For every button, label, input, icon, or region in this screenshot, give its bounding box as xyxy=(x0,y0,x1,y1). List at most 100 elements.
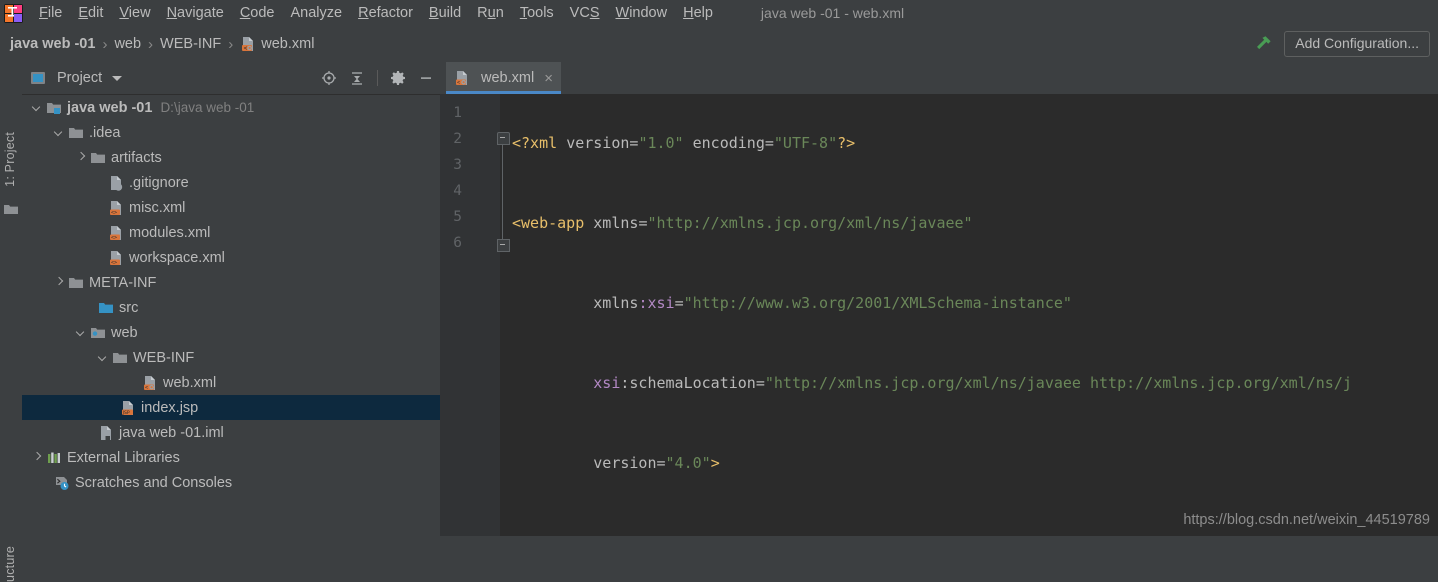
code-line-4: xsi:schemaLocation="http://xmlns.jcp.org… xyxy=(512,370,1438,396)
code-token: "http://xmlns.jcp.org/xml/ns/javaee" xyxy=(647,214,973,232)
tree-row-path: D:\java web -01 xyxy=(160,100,255,115)
menu-item-window[interactable]: Window xyxy=(608,2,676,24)
menu-item-code[interactable]: Code xyxy=(232,2,283,24)
tool-window-button-project[interactable]: 1: Project xyxy=(3,132,17,187)
editor-gutter[interactable]: 1 2 3 4 5 6 xyxy=(440,94,510,536)
menu-item-help[interactable]: Help xyxy=(675,2,721,24)
tree-row-artifacts[interactable]: artifacts xyxy=(22,145,440,170)
menu-item-file[interactable]: File xyxy=(31,2,70,24)
tool-window-button-structure[interactable]: ucture xyxy=(3,546,17,582)
menu-mnemonic: N xyxy=(166,5,178,21)
project-panel-actions xyxy=(321,62,434,94)
folder-icon xyxy=(4,202,18,214)
code-line-1: <?xml version="1.0" encoding="UTF-8"?> xyxy=(512,130,1438,156)
editor-tab-webxml[interactable]: < web.xml × xyxy=(446,62,561,94)
tree-row-web[interactable]: web xyxy=(22,320,440,345)
tree-row-meta-inf[interactable]: META-INF xyxy=(22,270,440,295)
tree-row-index-jsp[interactable]: JSP index.jsp xyxy=(22,395,440,420)
tree-row-web-inf[interactable]: WEB-INF xyxy=(22,345,440,370)
tree-row-modules-xml[interactable]: <> modules.xml xyxy=(22,220,440,245)
svg-text:<>: <> xyxy=(111,235,117,241)
fold-collapse-icon[interactable] xyxy=(497,132,510,145)
tree-row-misc-xml[interactable]: <> misc.xml xyxy=(22,195,440,220)
project-panel-title: Project xyxy=(57,70,103,86)
menu-item-build[interactable]: Build xyxy=(421,2,469,24)
tree-row-workspace-xml[interactable]: <> workspace.xml xyxy=(22,245,440,270)
close-icon[interactable]: × xyxy=(544,71,553,86)
tree-row-gitignore[interactable]: .gitignore xyxy=(22,170,440,195)
chevron-down-icon[interactable] xyxy=(76,327,87,338)
tree-row-web-xml[interactable]: < web.xml xyxy=(22,370,440,395)
editor-tab-bar: < web.xml × xyxy=(440,62,1438,95)
code-content[interactable]: <?xml version="1.0" encoding="UTF-8"?> <… xyxy=(512,94,1438,536)
code-token: :xsi xyxy=(638,294,675,312)
code-token: = xyxy=(656,454,666,472)
code-token: > xyxy=(710,454,720,472)
chevron-right-icon[interactable] xyxy=(76,152,87,163)
tree-row-label: web xyxy=(111,324,138,341)
gear-icon[interactable] xyxy=(390,70,406,86)
project-tree[interactable]: java web -01 D:\java web -01 .idea artif… xyxy=(22,95,440,536)
locate-target-icon[interactable] xyxy=(321,70,337,86)
menu-item-refactor[interactable]: Refactor xyxy=(350,2,421,24)
menu-item-code-rest: ode xyxy=(250,5,275,21)
menu-item-view[interactable]: View xyxy=(111,2,158,24)
tree-row-scratches-and-consoles[interactable]: Scratches and Consoles xyxy=(22,470,440,495)
menu-mnemonic: C xyxy=(239,5,251,21)
menu-mnemonic: V xyxy=(119,5,129,21)
code-token: "http://www.w3.org/2001/XMLSchema-instan… xyxy=(683,294,1072,312)
minimize-icon[interactable] xyxy=(418,70,434,86)
line-number: 4 xyxy=(453,183,462,199)
tree-row-label: External Libraries xyxy=(67,449,180,466)
tree-row-project-root[interactable]: java web -01 D:\java web -01 xyxy=(22,95,440,120)
tree-row-src[interactable]: src xyxy=(22,295,440,320)
build-hammer-icon[interactable] xyxy=(1252,33,1274,55)
fold-end-icon[interactable] xyxy=(497,239,510,252)
menu-mnemonic: u xyxy=(487,5,496,21)
left-tool-window-strip: 1: Project ucture xyxy=(0,62,23,582)
menu-item-vcs[interactable]: VCS xyxy=(562,2,608,24)
menu-item-navigate[interactable]: Navigate xyxy=(159,2,232,24)
tree-row-label: index.jsp xyxy=(141,399,199,416)
code-editor[interactable]: 1 2 3 4 5 6 <?xml version="1.0" encoding… xyxy=(440,94,1438,536)
code-line-3: xmlns:xsi="http://www.w3.org/2001/XMLSch… xyxy=(512,290,1438,316)
iml-file-icon xyxy=(98,425,114,441)
add-configuration-button[interactable]: Add Configuration... xyxy=(1284,31,1430,57)
code-token: "http://xmlns.jcp.org/xml/ns/javaee http… xyxy=(764,374,1352,392)
chevron-down-icon[interactable] xyxy=(54,127,65,138)
chevron-right-icon[interactable] xyxy=(32,452,43,463)
tree-row-idea[interactable]: .idea xyxy=(22,120,440,145)
menu-item-tools[interactable]: Tools xyxy=(512,2,562,24)
breadcrumb-item-web[interactable]: web xyxy=(114,36,141,52)
line-number: 2 xyxy=(453,131,462,147)
menu-item-edit[interactable]: Edit xyxy=(70,2,111,24)
menu-item-run[interactable]: Run xyxy=(469,2,512,24)
chevron-right-icon[interactable] xyxy=(54,277,65,288)
code-token: = xyxy=(674,294,684,312)
code-token: = xyxy=(764,134,774,152)
line-number: 6 xyxy=(453,235,462,251)
breadcrumb-item-webxml[interactable]: < web.xml xyxy=(240,36,314,52)
menu-mnemonic: F xyxy=(39,5,48,21)
code-line-5: version="4.0"> xyxy=(512,450,1438,476)
collapse-all-icon[interactable] xyxy=(349,70,365,86)
webxml-file-icon: < xyxy=(454,70,470,86)
menu-item-help-rest: elp xyxy=(693,5,713,21)
code-token: <?xml xyxy=(512,134,567,152)
breadcrumb-item-webinf[interactable]: WEB-INF xyxy=(160,36,221,52)
tree-row-iml[interactable]: java web -01.iml xyxy=(22,420,440,445)
tree-row-external-libraries[interactable]: External Libraries xyxy=(22,445,440,470)
tree-row-label: artifacts xyxy=(111,149,162,166)
breadcrumb-item-project[interactable]: java web -01 xyxy=(10,36,95,52)
tree-row-label: web.xml xyxy=(163,374,217,391)
breadcrumb-separator: › xyxy=(148,35,154,53)
chevron-down-icon[interactable] xyxy=(32,102,43,113)
breadcrumb-item-webxml-label: web.xml xyxy=(261,36,315,52)
chevron-down-icon[interactable] xyxy=(98,352,109,363)
chevron-down-icon[interactable] xyxy=(112,75,123,81)
idea-window: File Edit View Navigate Code Analyze Ref… xyxy=(0,0,1438,582)
menu-item-analyze[interactable]: Analyze xyxy=(283,2,351,24)
code-line-2: <web-app xmlns="http://xmlns.jcp.org/xml… xyxy=(512,210,1438,236)
project-panel-title-group[interactable]: Project xyxy=(30,70,123,86)
svg-text:<>: <> xyxy=(111,260,117,266)
